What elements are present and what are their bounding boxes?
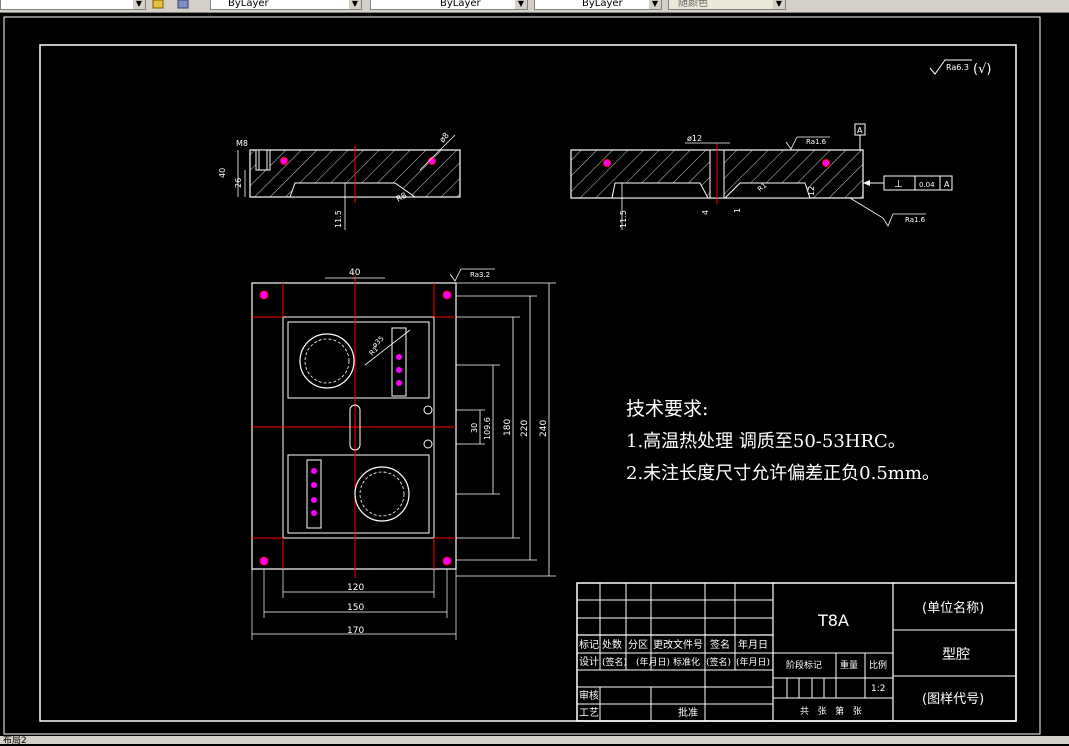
- hdr-col5: 签名: [710, 638, 730, 651]
- sheet-frame: [39, 44, 1017, 722]
- side-ra-top-text: Ra1.6: [806, 138, 827, 146]
- weight-text: 重量: [840, 659, 858, 671]
- chevron-down-icon[interactable]: ▼: [349, 0, 361, 9]
- chevron-down-icon[interactable]: ▼: [133, 0, 145, 9]
- drawing-svg: Ra6.3 (√) M8 ø8 40 26 11.5 R8 ø12 Ra1.6: [3, 16, 1041, 735]
- roughness-general-text: Ra6.3: [946, 63, 969, 72]
- plan-w170-text: 170: [347, 626, 364, 636]
- approve-text: 批准: [678, 706, 698, 719]
- hdr-col3: 分区: [628, 639, 648, 651]
- chevron-down-icon[interactable]: ▼: [649, 0, 661, 9]
- perpendicularity-frame: ⊥ 0.04 A: [863, 175, 953, 191]
- design-col5: (签名): [706, 656, 731, 668]
- unit-name-text: (单位名称): [922, 600, 984, 616]
- side-d12-text: 12: [807, 186, 816, 196]
- plotstyle-combo[interactable]: 随颜色 ▼: [668, 0, 786, 10]
- general-roughness-symbol: Ra6.3 (√): [929, 59, 991, 77]
- tech-requirements: 技术要求: 1.高温热处理 调质至50-53HRC。 2.未注长度尺寸允许偏差正…: [626, 398, 940, 484]
- part-name-text: 型腔: [942, 647, 970, 663]
- drawing-canvas[interactable]: Ra6.3 (√) M8 ø8 40 26 11.5 R8 ø12 Ra1.6: [0, 12, 1069, 736]
- plan-h240-text: 240: [539, 420, 549, 437]
- side-view: ø12 Ra1.6 A ⊥ 0.04 A 11.5 4 1 12 R1 Ra1.…: [570, 123, 953, 230]
- scale-label-text: 比例: [869, 659, 887, 671]
- tol-datum-text: A: [944, 180, 950, 189]
- hdr-col6: 年月日: [738, 638, 768, 651]
- sheet-outer-border: [3, 16, 1041, 735]
- chevron-down-icon[interactable]: ▼: [515, 0, 527, 9]
- roughness-general-paren: (√): [973, 62, 991, 77]
- drawing-code-text: (图样代号): [922, 692, 984, 707]
- plan-ra-top-text: Ra3.2: [470, 271, 490, 279]
- layer-combo[interactable]: ▼: [0, 0, 146, 10]
- stage-mark-text: 阶段标记: [786, 659, 822, 671]
- hdr-col1: 标记: [579, 639, 599, 651]
- layout-tabs-bar: 布局2: [0, 736, 1069, 746]
- side-datum-text: A: [857, 126, 863, 135]
- design-col2: (签名): [602, 656, 627, 668]
- design-col6: (年月日): [736, 656, 770, 668]
- plan-h109-text: 109.6: [483, 417, 492, 440]
- plan-w150-text: 150: [347, 603, 364, 613]
- scale-value-text: 1:2: [871, 684, 885, 694]
- sheets-text: 共 张 第 张: [800, 705, 862, 717]
- front-thread-text: M8: [236, 139, 248, 148]
- lineweight-combo[interactable]: ByLayer ▼: [534, 0, 662, 10]
- front-dia8-text: ø8: [438, 131, 451, 144]
- front-depth-text: 11.5: [334, 210, 343, 228]
- hdr-col2: 处数: [602, 638, 622, 651]
- plan-h30-text: 30: [470, 423, 479, 433]
- front-h26-text: 26: [234, 178, 243, 188]
- tech-item1-text: 1.高温热处理 调质至50-53HRC。: [626, 431, 906, 452]
- side-d1-text: 1: [733, 208, 742, 213]
- front-h40-text: 40: [218, 168, 227, 178]
- tol-symbol-text: ⊥: [894, 179, 903, 190]
- side-d4-text: 4: [701, 210, 710, 215]
- tech-title-text: 技术要求:: [626, 398, 708, 420]
- process-text: 工艺: [579, 707, 599, 719]
- design-col1: 设计: [579, 655, 599, 668]
- layer-previous-icon[interactable]: [176, 0, 190, 10]
- layer-states-icon[interactable]: [152, 0, 166, 10]
- design-col4: 标准化: [673, 656, 700, 668]
- design-col3: (年月日): [636, 656, 670, 668]
- plotstyle-combo-value: 随颜色: [678, 0, 708, 9]
- plan-view: 40 Ra3.2 ø35 R1 30 109.6 180 220 240 120…: [251, 268, 556, 640]
- chevron-down-icon[interactable]: ▼: [773, 0, 785, 9]
- plan-h220-text: 220: [520, 420, 530, 437]
- plan-h180-text: 180: [503, 419, 513, 436]
- side-depth-text: 11.5: [619, 210, 628, 228]
- linetype-combo[interactable]: ByLayer ▼: [370, 0, 528, 10]
- plan-w40-text: 40: [349, 268, 361, 278]
- tech-item2-text: 2.未注长度尺寸允许偏差正负0.5mm。: [626, 463, 940, 484]
- color-layer-combo-value: ByLayer: [228, 0, 269, 9]
- side-ra-bottom-text: Ra1.6: [905, 216, 926, 224]
- linetype-combo-value: ByLayer: [440, 0, 481, 9]
- front-view: M8 ø8 40 26 11.5 R8: [218, 131, 461, 230]
- lineweight-combo-value: ByLayer: [582, 0, 623, 9]
- color-layer-combo[interactable]: ByLayer ▼: [210, 0, 362, 10]
- material-text: T8A: [817, 611, 849, 630]
- hdr-col4: 更改文件号: [653, 638, 703, 651]
- side-dia12-text: ø12: [687, 134, 702, 143]
- review-text: 审核: [579, 689, 599, 702]
- tol-value-text: 0.04: [919, 181, 935, 189]
- plan-w120-text: 120: [347, 583, 364, 593]
